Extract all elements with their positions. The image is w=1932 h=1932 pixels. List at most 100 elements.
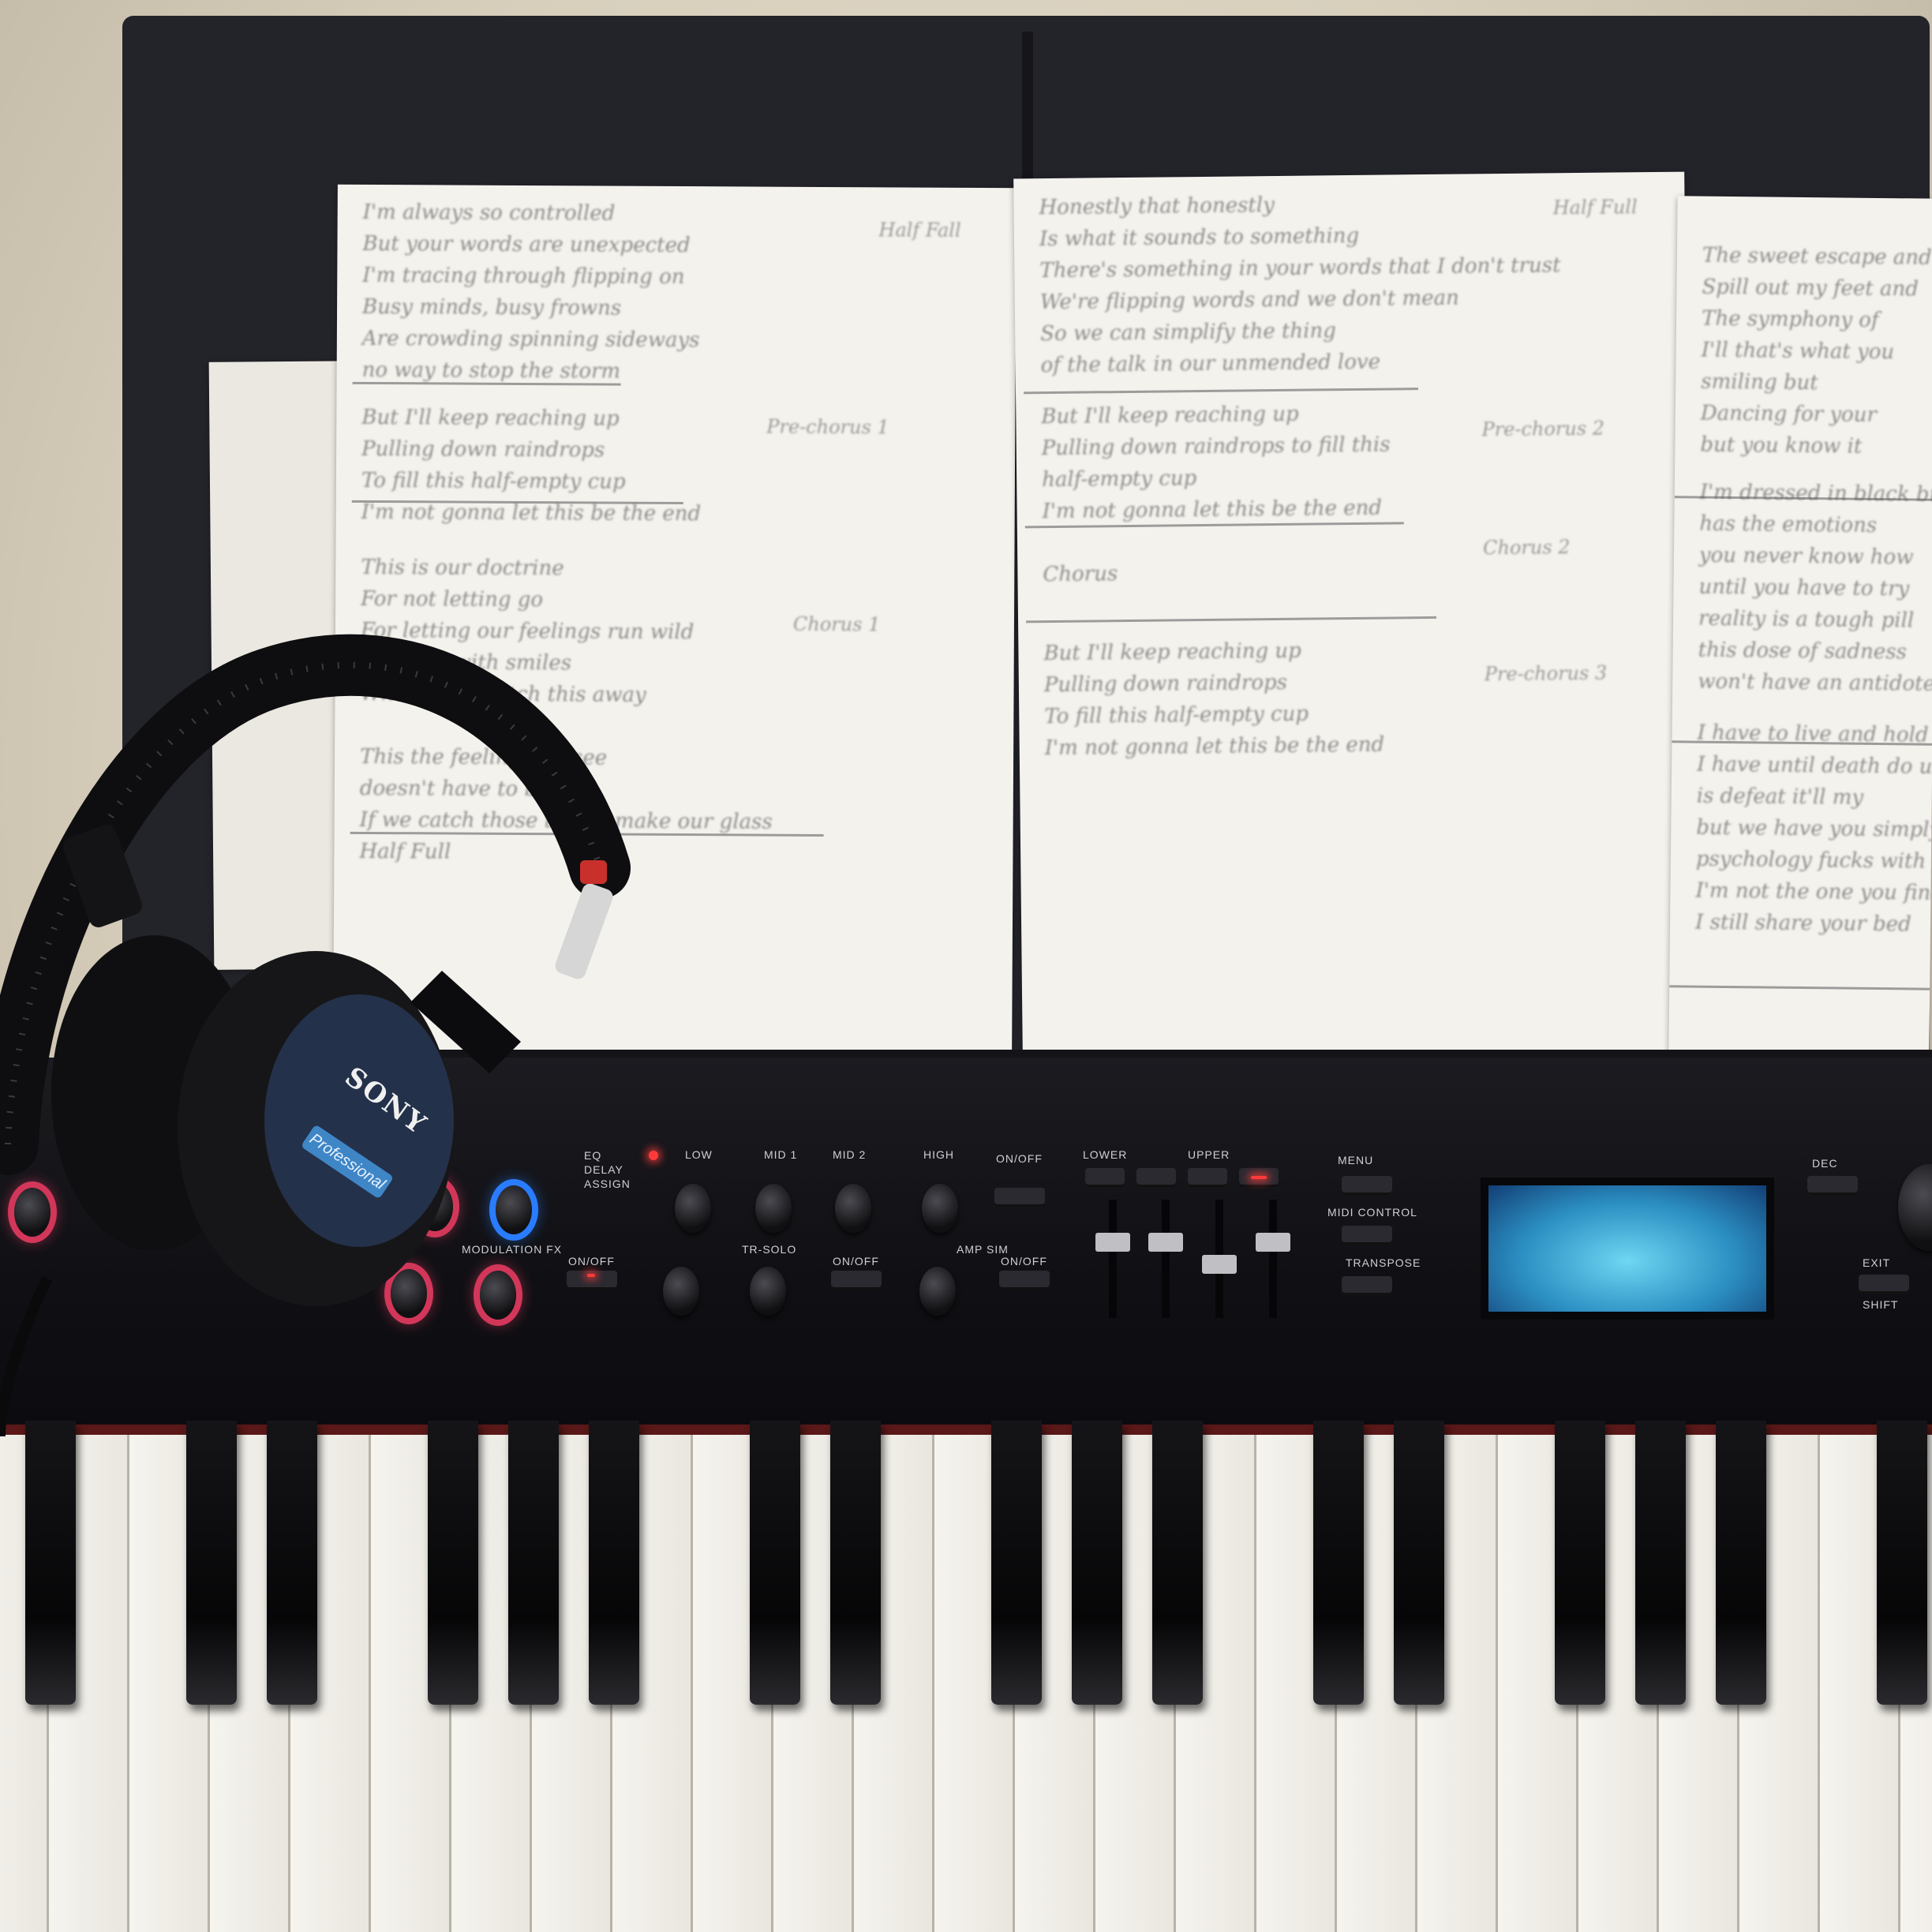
- lyric-line: I have to live and hold: [1697, 721, 1929, 747]
- black-key[interactable]: [267, 1421, 317, 1705]
- part-button[interactable]: [1188, 1168, 1227, 1187]
- lyric-line: I'm always so controlled: [362, 200, 616, 226]
- part-button[interactable]: [1085, 1168, 1125, 1187]
- side-note: Chorus 1: [792, 612, 881, 636]
- tr-solo-knob[interactable]: [750, 1267, 786, 1316]
- black-key[interactable]: [1072, 1421, 1122, 1705]
- lyric-line: I have until death do us: [1697, 752, 1932, 779]
- side-note: Pre-chorus 2: [1481, 417, 1605, 441]
- lyric-line: There's something in your words that I d…: [1039, 253, 1561, 283]
- part-button[interactable]: [1136, 1168, 1176, 1187]
- black-key[interactable]: [1152, 1421, 1203, 1705]
- lyric-line: So we can simplify the thing: [1040, 319, 1337, 346]
- lyric-line: For letting our feelings run wild: [360, 618, 695, 645]
- panel-knob-lit[interactable]: [417, 1182, 453, 1231]
- lyric-line: of the talk in our unmended love: [1040, 350, 1381, 378]
- black-key[interactable]: [1394, 1421, 1444, 1705]
- lyric-sheet-left: Half Fall I'm always so controlled But yo…: [333, 184, 1017, 1057]
- lyric-line: psychology fucks with your: [1695, 847, 1932, 874]
- tr-onoff-button[interactable]: [831, 1271, 882, 1290]
- black-key[interactable]: [589, 1421, 639, 1705]
- lyric-line: Floating with smiles: [360, 650, 572, 676]
- lyric-line: This is our doctrine: [361, 555, 564, 581]
- lyric-line: I'm not gonna let this be the end: [361, 500, 702, 526]
- lyric-line: I'll that's what you: [1701, 338, 1895, 365]
- modulation-knob[interactable]: [480, 1271, 516, 1320]
- mod-led: [587, 1274, 595, 1277]
- color-knob[interactable]: [496, 1185, 532, 1234]
- panel-knob-lit[interactable]: [14, 1188, 51, 1237]
- black-key[interactable]: [25, 1421, 76, 1705]
- fader-handle[interactable]: [1148, 1233, 1183, 1252]
- lyric-line: until you have to try: [1698, 575, 1910, 601]
- fader-handle[interactable]: [1256, 1233, 1290, 1252]
- exit-button[interactable]: [1859, 1275, 1909, 1294]
- black-key[interactable]: [508, 1421, 559, 1705]
- lyric-line: Are crowding spinning sideways: [361, 326, 700, 353]
- amp-sim-knob[interactable]: [919, 1267, 956, 1316]
- black-key[interactable]: [1313, 1421, 1364, 1705]
- lyric-line: Chorus: [1043, 562, 1118, 587]
- fader-handle[interactable]: [1095, 1233, 1130, 1252]
- lyric-line: The symphony of: [1701, 306, 1879, 332]
- mod-onoff-label: ON/OFF: [568, 1255, 615, 1267]
- lyric-line: is defeat it'll my: [1696, 784, 1864, 810]
- menu-button[interactable]: [1342, 1176, 1392, 1195]
- eq-mid1-knob[interactable]: [755, 1184, 792, 1233]
- lyric-line: For not letting go: [361, 586, 544, 612]
- eq-delay-assign-label: EQ DELAY ASSIGN: [584, 1149, 631, 1190]
- lyric-line: I still share your bed: [1694, 910, 1911, 937]
- black-key[interactable]: [1877, 1421, 1927, 1705]
- black-key[interactable]: [428, 1421, 478, 1705]
- lyric-line: But your words are unexpected: [362, 231, 691, 258]
- dec-button[interactable]: [1807, 1176, 1858, 1195]
- tr-solo-knob[interactable]: [663, 1267, 699, 1316]
- fader-track: [1256, 1200, 1290, 1318]
- tr-solo-label: TR-SOLO: [742, 1243, 797, 1256]
- midi-control-label: MIDI CONTROL: [1327, 1206, 1417, 1219]
- lyric-sheet-middle: Half Full Honestly that honestly Is what …: [1013, 171, 1694, 1059]
- lyric-line: Busy minds, busy frowns: [361, 294, 622, 320]
- lyric-line: This the feeling you see: [360, 744, 608, 770]
- fader-track: [1148, 1200, 1183, 1318]
- modulation-knob[interactable]: [391, 1269, 427, 1318]
- black-key[interactable]: [830, 1421, 881, 1705]
- modulation-fx-label: MODULATION FX: [462, 1243, 563, 1256]
- lyric-line: But I'll keep reaching up: [361, 405, 620, 431]
- part-led: [1251, 1176, 1267, 1179]
- black-key[interactable]: [186, 1421, 237, 1705]
- black-key[interactable]: [1716, 1421, 1766, 1705]
- lyric-line: To fill this half-empty cup: [1044, 702, 1309, 729]
- divider: [1026, 616, 1437, 623]
- lyric-line: Half Full: [359, 839, 451, 864]
- fader-track: [1202, 1200, 1237, 1318]
- divider: [1024, 388, 1419, 395]
- divider: [1669, 985, 1930, 990]
- lyric-line: I'm not gonna let this be the end: [1044, 732, 1385, 761]
- lyric-line: I'm tracing through flipping on: [362, 263, 685, 290]
- transpose-button[interactable]: [1342, 1276, 1392, 1295]
- amp-onoff-button[interactable]: [999, 1271, 1050, 1290]
- eq-high-knob[interactable]: [922, 1184, 958, 1233]
- lyric-line: has the emotions: [1699, 511, 1878, 537]
- shift-label: SHIFT: [1863, 1298, 1899, 1311]
- lyric-line: you never know how: [1698, 543, 1914, 570]
- low-label: LOW: [685, 1148, 713, 1161]
- black-key[interactable]: [750, 1421, 800, 1705]
- onoff-label: ON/OFF: [996, 1152, 1043, 1165]
- fader-handle[interactable]: [1202, 1255, 1237, 1274]
- fader-track: [1095, 1200, 1130, 1318]
- black-key[interactable]: [1635, 1421, 1686, 1705]
- lyric-line: I'm not the one you find: [1695, 878, 1932, 905]
- black-key[interactable]: [991, 1421, 1042, 1705]
- black-key[interactable]: [1555, 1421, 1605, 1705]
- eq-low-knob[interactable]: [675, 1184, 711, 1233]
- lyric-line: but we have you simply: [1696, 815, 1932, 842]
- lyric-line: Spill out my feet and: [1702, 275, 1919, 301]
- transpose-label: TRANSPOSE: [1346, 1256, 1421, 1269]
- eq-mid2-knob[interactable]: [835, 1184, 871, 1233]
- mid2-label: MID 2: [833, 1148, 867, 1161]
- lyric-line: this dose of sadness: [1698, 638, 1908, 665]
- midi-control-button[interactable]: [1342, 1226, 1392, 1245]
- eq-onoff-button[interactable]: [994, 1188, 1045, 1207]
